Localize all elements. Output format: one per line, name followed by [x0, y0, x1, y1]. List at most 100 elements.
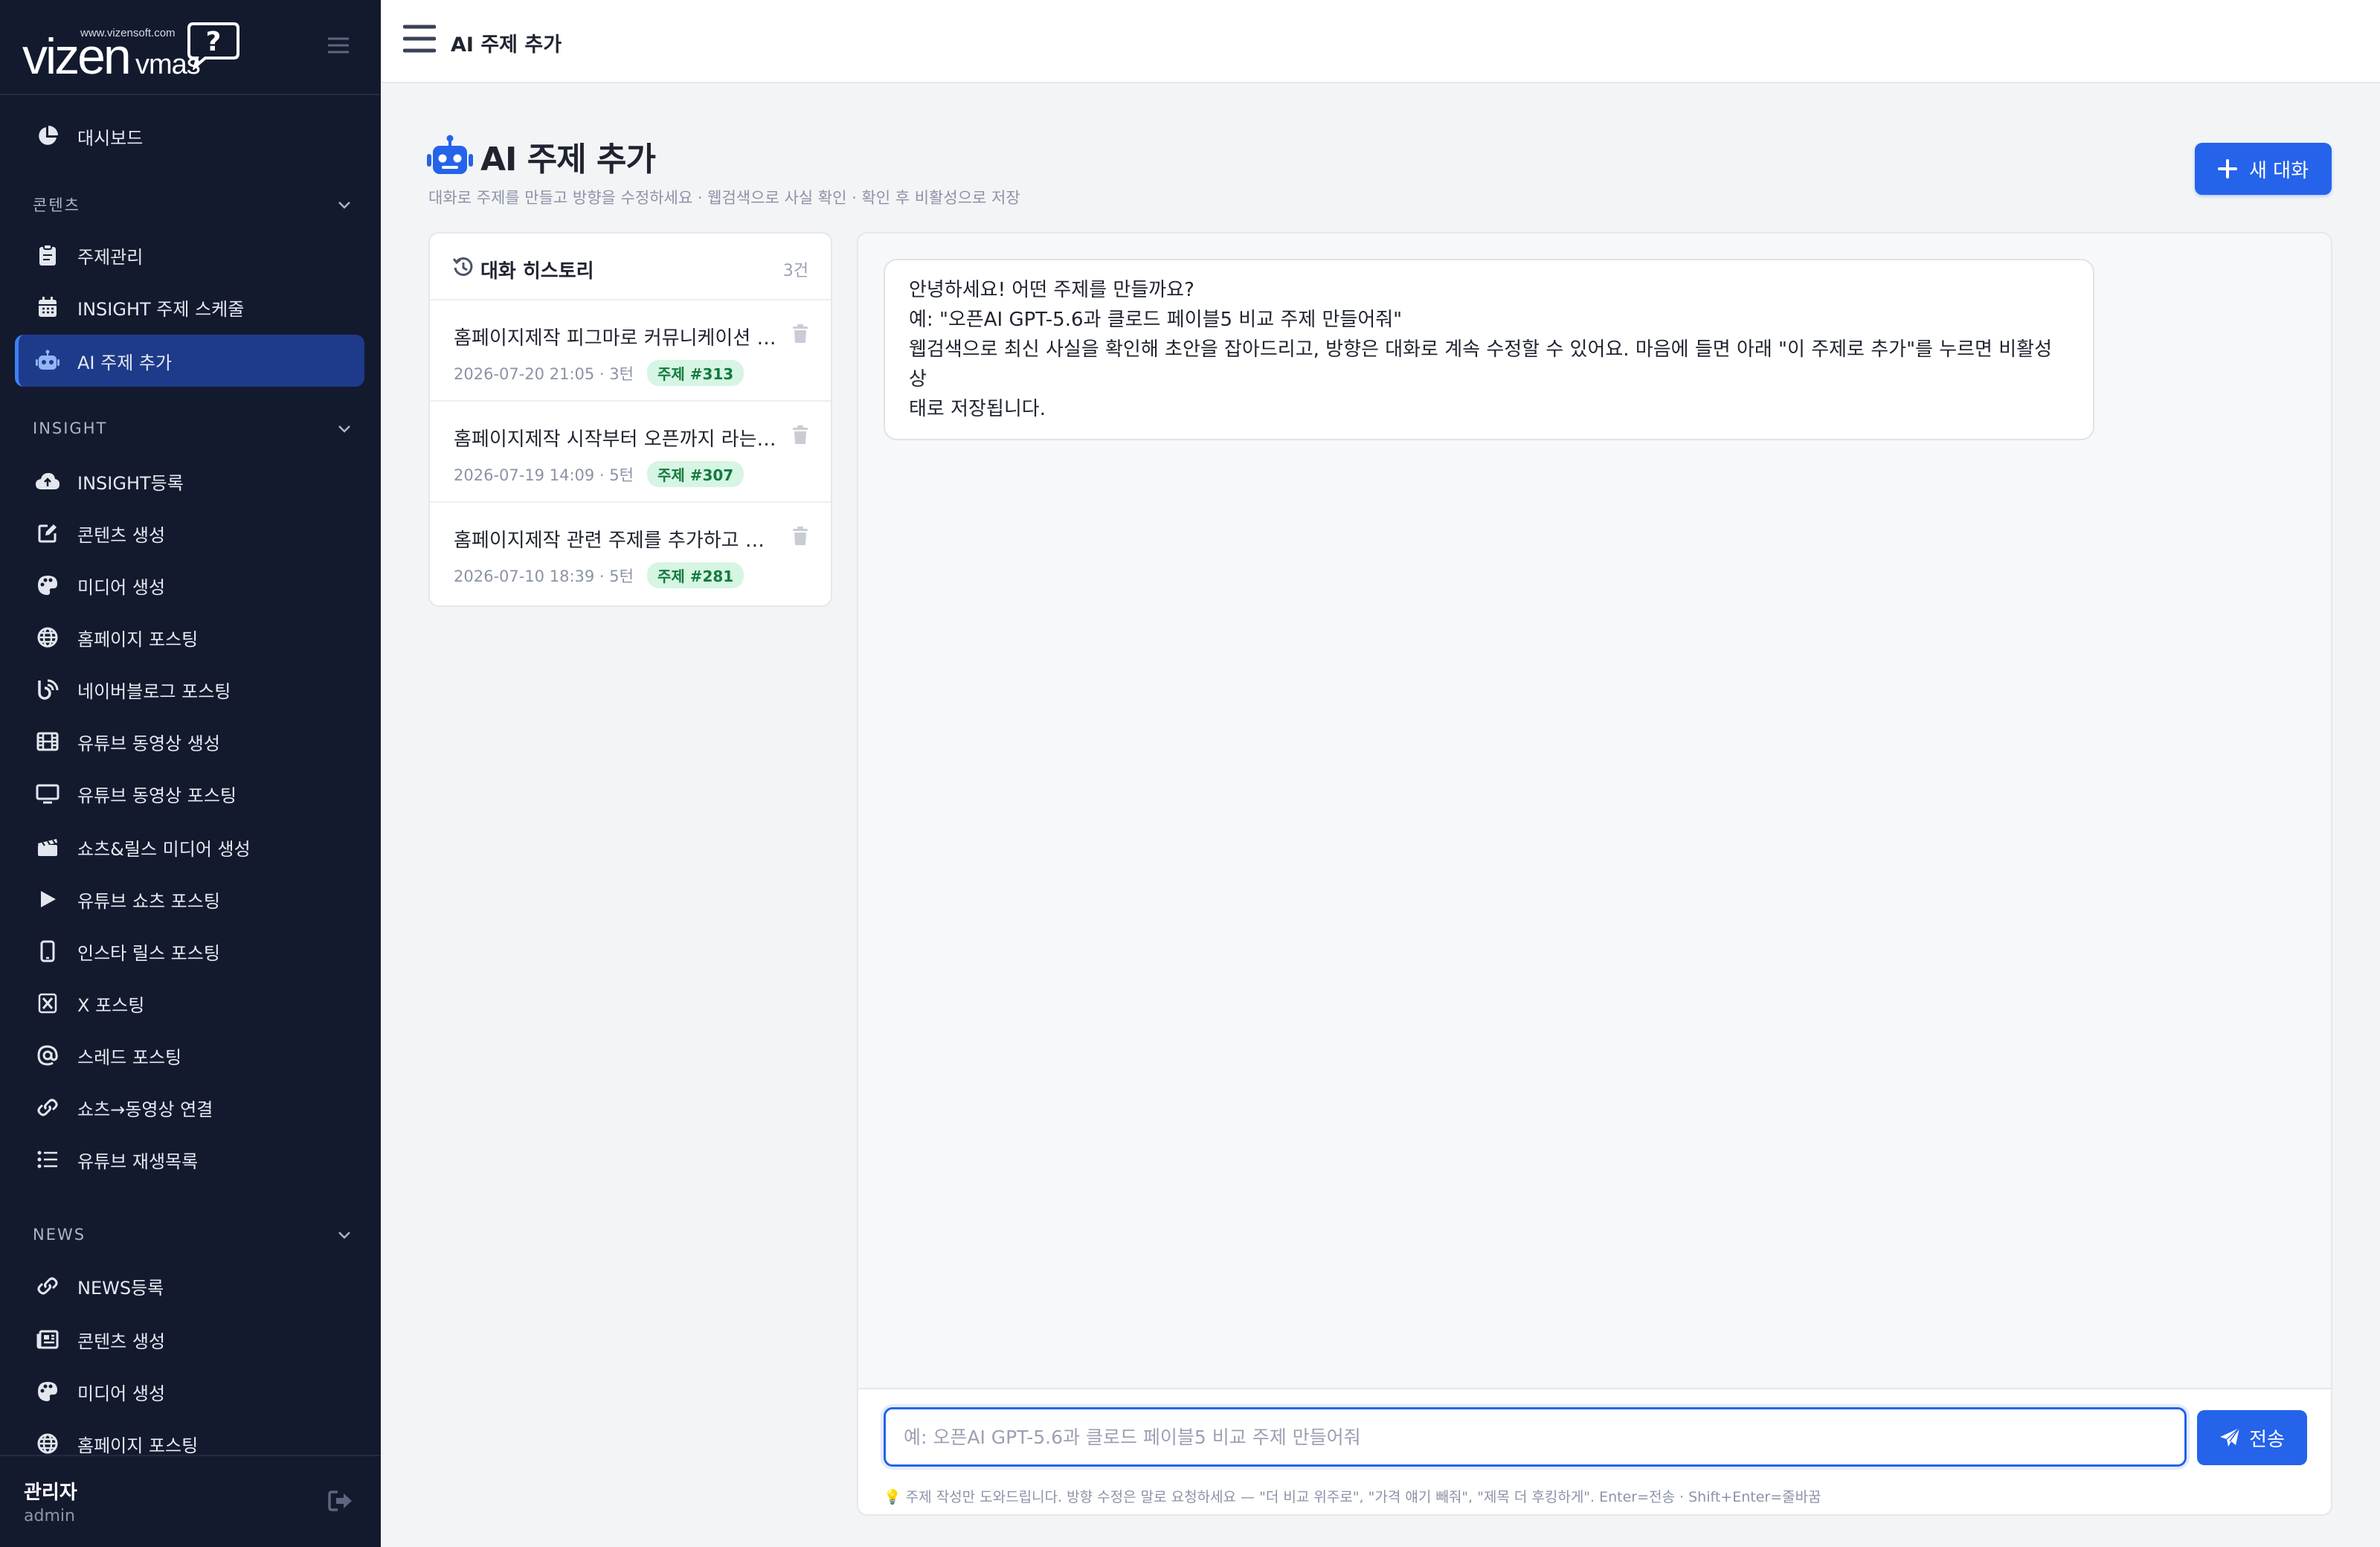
sidebar-item-label: 홈페이지 포스팅 — [77, 1435, 199, 1456]
history-item-title: 홈페이지제작 관련 주제를 추가하고 싶어요 — [454, 530, 781, 552]
chat-input[interactable] — [884, 1407, 2187, 1467]
link-icon — [33, 1271, 62, 1301]
message-line: 웹검색으로 최신 사실을 확인해 초안을 잡아드리고, 방향은 대화로 계속 수… — [909, 338, 2059, 390]
send-label: 전송 — [2249, 1428, 2285, 1451]
sidebar-item-media-create[interactable]: 미디어 생성 — [15, 559, 364, 611]
user-name: 관리자 — [24, 1482, 77, 1504]
composer-hint: 💡 주제 작성만 도와드립니다. 방향 수정은 말로 요청하세요 — "더 비교… — [884, 1489, 1821, 1505]
sidebar-item-youtube-shorts-posting[interactable]: 유튜브 쇼츠 포스팅 — [15, 873, 364, 925]
sidebar-item-news-content-create[interactable]: 콘텐츠 생성 — [15, 1313, 364, 1366]
question-bubble-icon: ? — [186, 21, 241, 70]
sidebar-item-label: 유튜브 재생목록 — [77, 1151, 199, 1172]
history-panel: 대화 히스토리 3건 홈페이지제작 피그마로 커뮤니케이션 하는 방법 2026… — [428, 232, 832, 607]
logo[interactable]: vizen www.vizensoft.com vmas ? — [22, 21, 241, 85]
newspaper-icon — [33, 1325, 62, 1354]
svg-text:?: ? — [206, 27, 222, 57]
paper-plane-icon — [2220, 1427, 2240, 1447]
sidebar-item-label: 주제관리 — [77, 246, 144, 268]
sidebar-item-insta-reels-posting[interactable]: 인스타 릴스 포스팅 — [15, 925, 364, 977]
section-label: NEWS — [33, 1226, 86, 1244]
sidebar-item-shorts-reels-media[interactable]: 쇼츠&릴스 미디어 생성 — [15, 821, 364, 873]
robot-icon — [427, 135, 473, 178]
sidebar-item-label: INSIGHT 주제 스케줄 — [77, 298, 245, 320]
section-label: 콘텐츠 — [33, 196, 80, 214]
message-line: 안녕하세요! 어떤 주제를 만들까요? — [909, 279, 1194, 301]
film-icon — [33, 727, 62, 756]
sidebar-item-news-media-create[interactable]: 미디어 생성 — [15, 1366, 364, 1418]
chevron-down-icon — [336, 1226, 353, 1243]
sidebar-collapse-icon[interactable] — [326, 33, 351, 58]
sidebar-item-label: 유튜브 동영상 생성 — [77, 733, 220, 754]
sidebar-item-label: 유튜브 동영상 포스팅 — [77, 785, 237, 806]
at-icon — [33, 1041, 62, 1070]
trash-icon[interactable] — [792, 527, 808, 546]
play-icon — [33, 884, 62, 914]
plus-icon — [2217, 159, 2237, 178]
page-header: AI 주제 추가 — [427, 132, 656, 180]
topbar: AI 주제 추가 — [381, 0, 2380, 83]
sidebar: vizen www.vizensoft.com vmas ? 대시보드 콘텐츠 … — [0, 0, 381, 1547]
sidebar-item-insight-register[interactable]: INSIGHT등록 — [15, 455, 364, 507]
history-item[interactable]: 홈페이지제작 피그마로 커뮤니케이션 하는 방법 2026-07-20 21:0… — [430, 300, 831, 402]
edit-icon — [33, 518, 62, 548]
sidebar-footer: 관리자 admin — [0, 1455, 381, 1547]
sidebar-item-x-posting[interactable]: X 포스팅 — [15, 977, 364, 1029]
sidebar-item-homepage-posting[interactable]: 홈페이지 포스팅 — [15, 611, 364, 663]
sidebar-item-label: 미디어 생성 — [77, 1383, 166, 1404]
sidebar-item-content-create[interactable]: 콘텐츠 생성 — [15, 507, 364, 559]
chevron-down-icon — [336, 196, 353, 213]
sidebar-item-label: 인스타 릴스 포스팅 — [77, 942, 220, 964]
sidebar-item-label: 유튜브 쇼츠 포스팅 — [77, 890, 220, 912]
palette-icon — [33, 1377, 62, 1406]
sidebar-item-topic-management[interactable]: 주제관리 — [15, 229, 364, 281]
history-item[interactable]: 홈페이지제작 시작부터 오픈까지 라는 주제 2026-07-19 14:09 … — [430, 402, 831, 503]
mobile-icon — [33, 936, 62, 966]
history-item-title: 홈페이지제작 피그마로 커뮤니케이션 하는 방법 — [454, 327, 781, 350]
logout-icon[interactable] — [327, 1489, 354, 1513]
sidebar-item-label: NEWS등록 — [77, 1277, 164, 1299]
section-header-insight[interactable]: INSIGHT — [33, 419, 353, 437]
history-item-date: 2026-07-10 18:39 · 5턴 — [454, 567, 634, 585]
history-item-meta: 2026-07-20 21:05 · 3턴 주제 #313 — [454, 360, 744, 386]
sidebar-item-shorts-video-link[interactable]: 쇼츠→동영상 연결 — [15, 1081, 364, 1133]
clapper-icon — [33, 832, 62, 862]
sidebar-item-youtube-video-posting[interactable]: 유튜브 동영상 포스팅 — [15, 768, 364, 820]
list-icon — [33, 1145, 62, 1174]
sidebar-item-dashboard[interactable]: 대시보드 — [15, 110, 364, 162]
chevron-down-icon — [336, 420, 353, 437]
page-title: AI 주제 추가 — [480, 141, 656, 178]
chat-panel: 안녕하세요! 어떤 주제를 만들까요? 예: "오픈AI GPT-5.6과 클로… — [857, 232, 2332, 1516]
sidebar-item-label: 쇼츠&릴스 미디어 생성 — [77, 838, 251, 860]
sidebar-item-label: AI 주제 추가 — [77, 352, 173, 373]
section-header-news[interactable]: NEWS — [33, 1226, 353, 1244]
message-line: 예: "오픈AI GPT-5.6과 클로드 페이블5 비교 주제 만들어줘" — [909, 309, 1403, 331]
sidebar-item-youtube-playlist[interactable]: 유튜브 재생목록 — [15, 1133, 364, 1186]
globe-icon — [33, 623, 62, 652]
sidebar-item-threads-posting[interactable]: 스레드 포스팅 — [15, 1029, 364, 1081]
sidebar-item-news-register[interactable]: NEWS등록 — [15, 1260, 364, 1312]
user-id: admin — [24, 1507, 75, 1525]
history-item-date: 2026-07-19 14:09 · 5턴 — [454, 466, 634, 484]
sidebar-item-naver-blog-posting[interactable]: 네이버블로그 포스팅 — [15, 663, 364, 715]
monitor-icon — [33, 779, 62, 808]
history-icon — [452, 256, 475, 278]
history-item-meta: 2026-07-19 14:09 · 5턴 주제 #307 — [454, 461, 744, 487]
section-header-content[interactable]: 콘텐츠 — [33, 193, 353, 216]
new-chat-button[interactable]: 새 대화 — [2195, 143, 2332, 195]
history-item[interactable]: 홈페이지제작 관련 주제를 추가하고 싶어요 2026-07-10 18:39 … — [430, 503, 831, 604]
sidebar-item-label: 홈페이지 포스팅 — [77, 628, 199, 650]
send-button[interactable]: 전송 — [2197, 1410, 2307, 1465]
sidebar-item-label: 네이버블로그 포스팅 — [77, 681, 231, 702]
globe-icon — [33, 1429, 62, 1458]
menu-icon[interactable] — [403, 24, 436, 54]
robot-icon — [33, 346, 62, 376]
pie-chart-icon — [33, 121, 62, 151]
topbar-title: AI 주제 추가 — [451, 33, 562, 57]
sidebar-item-label: 쇼츠→동영상 연결 — [77, 1099, 213, 1120]
trash-icon[interactable] — [792, 425, 808, 445]
trash-icon[interactable] — [792, 324, 808, 344]
sidebar-item-ai-topic-add[interactable]: AI 주제 추가 — [15, 335, 364, 387]
message-line: 태로 저장됩니다. — [909, 398, 1046, 420]
sidebar-item-youtube-video-create[interactable]: 유튜브 동영상 생성 — [15, 715, 364, 768]
sidebar-item-insight-schedule[interactable]: INSIGHT 주제 스케줄 — [15, 281, 364, 333]
